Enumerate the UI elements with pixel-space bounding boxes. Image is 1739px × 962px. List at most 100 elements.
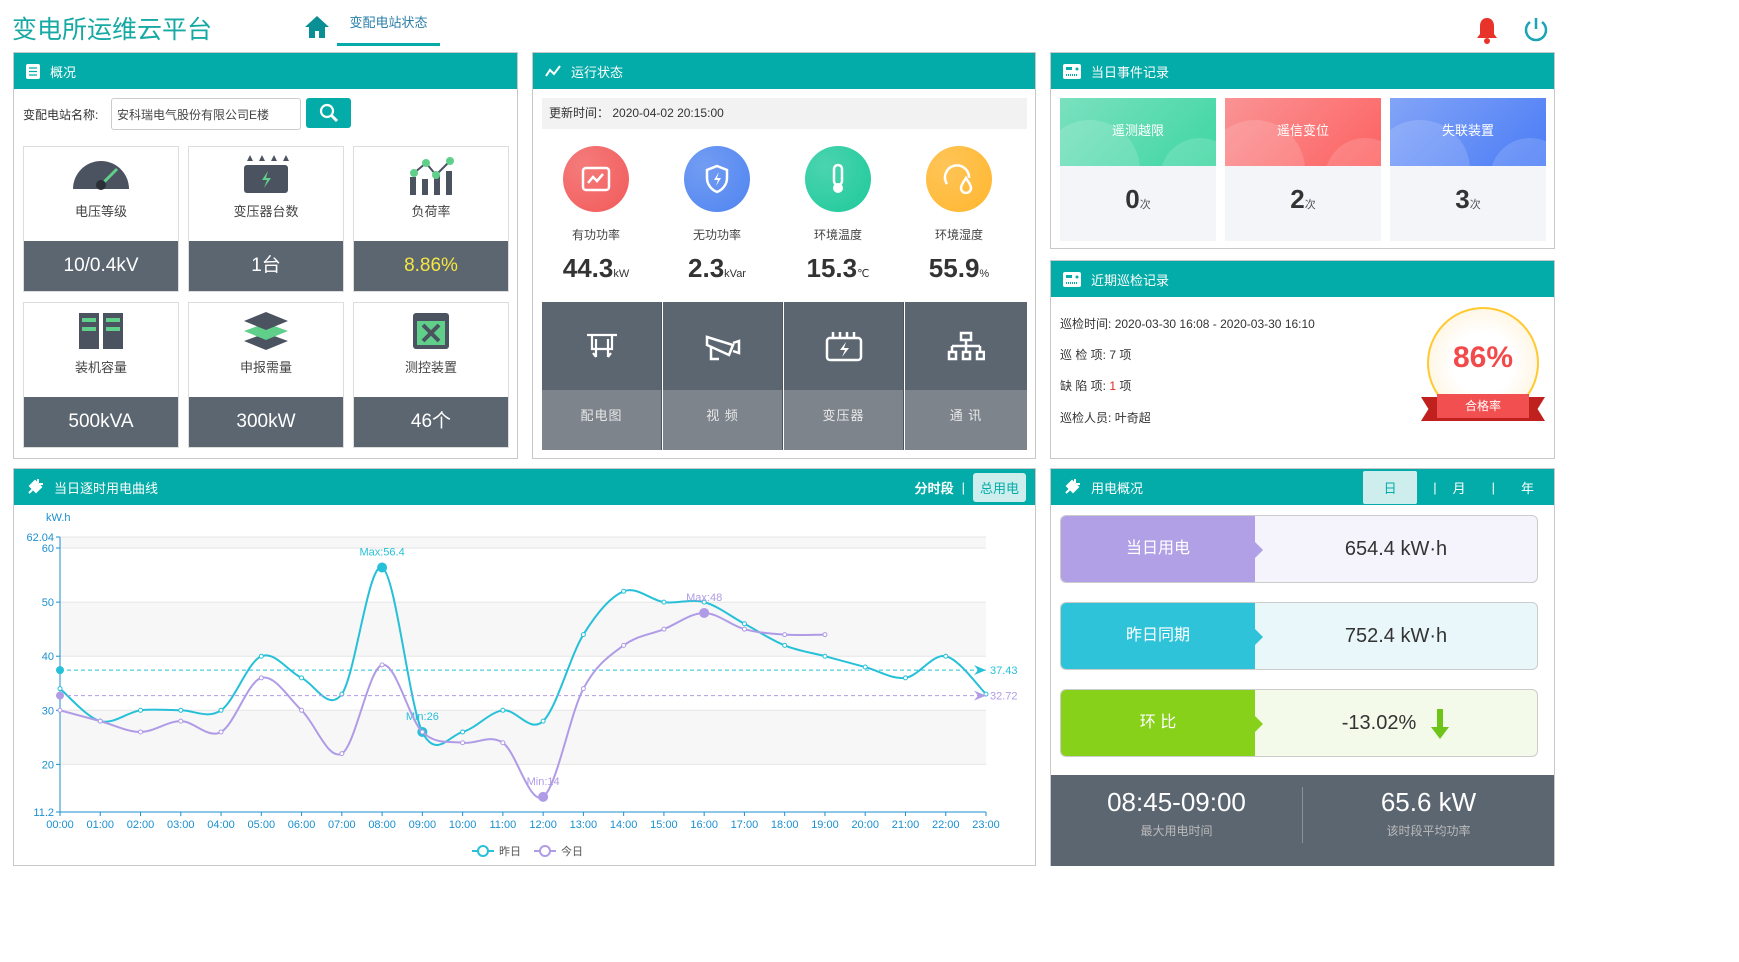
legend-marker [539,845,551,857]
min-marker [538,791,549,802]
x-tick-label: 05:00 [248,819,276,831]
tab-time-period[interactable]: 分时段 [915,478,954,497]
tile-label: 变压器台数 [233,204,299,219]
patrol-panel: 近期巡检记录 巡检时间: 2020-03-30 16:08 - 2020-03-… [1050,260,1555,459]
x-tick-label: 01:00 [86,819,114,831]
legend-marker [477,845,489,857]
data-point [178,718,184,724]
gauge-icon [24,155,178,191]
average-label: 32.72 [990,691,1018,703]
min-label: Min:14 [527,776,560,788]
peak-summary: 08:45-09:00 最大用电时间 65.6 kW 该时段平均功率 [1051,775,1554,866]
y-tick-label: 62.04 [26,532,54,544]
legend-label: 昨日 [499,845,521,858]
device-icon [354,311,508,351]
hourly-curve-panel: 当日逐时用电曲线 分时段 | 总用电 11.2 20 30 40 50 60 62.04 kW… [13,468,1036,866]
event-label: 遥测越限 [1111,123,1164,138]
data-point [943,653,949,659]
y-tick-label: 60 [42,543,54,555]
usage-label: 昨日同期 [1125,627,1190,644]
overview-tile: 变压器台数 1台 [188,146,344,292]
monitor-icon [1063,271,1081,287]
metric-value: 55.9% [928,253,990,283]
patrol-defects: 缺 陷 项: 1 项 [1060,379,1132,393]
usage-row: 当日用电 654.4 kW·h [1060,515,1538,583]
avg-power: 65.6 kW [1380,787,1477,817]
usage-row: 环 比 -13.02% [1060,689,1538,757]
tile-label: 电压等级 [74,204,127,219]
average-arrow [974,665,986,676]
event-label: 遥信变位 [1276,123,1329,138]
y-tick-label: 20 [42,759,54,771]
y-axis-label: kW.h [46,512,70,524]
pass-rate-label: 合格率 [1437,394,1529,418]
quick-link-label: 视 频 [663,390,782,450]
patrol-person: 巡检人员: 叶奇超 [1060,411,1151,425]
power-icon[interactable] [1522,15,1550,43]
event-card[interactable]: 遥信变位 2次 [1225,98,1381,241]
x-tick-label: 18:00 [771,819,799,831]
x-tick-label: 04:00 [207,819,235,831]
quick-link-label: 通 讯 [905,390,1027,450]
bell-icon[interactable] [1476,16,1498,44]
station-input[interactable] [111,98,301,130]
thermometer-icon [805,146,871,212]
x-tick-label: 21:00 [892,819,920,831]
quick-link-label: 变压器 [784,390,903,450]
data-point [57,707,63,713]
quick-link[interactable]: 变压器 [784,302,904,450]
quick-link[interactable]: 视 频 [663,302,783,450]
event-label: 失联装置 [1441,123,1494,138]
tile-value: 8.86% [354,241,508,291]
data-point [460,729,466,735]
quick-link[interactable]: 通 讯 [905,302,1027,450]
data-point [419,729,425,735]
overview-panel: 概况 变配电站名称: 电压等级 10/0.4kV 变压器台数 1台 负荷率 8.86% 装机… [13,52,518,459]
peak-time: 08:45-09:00 [1107,787,1246,817]
quick-link[interactable]: 配电图 [542,302,662,450]
search-icon [319,103,338,123]
overview-tile: 电压等级 10/0.4kV [23,146,179,292]
event-card[interactable]: 失联装置 3次 [1390,98,1546,241]
usage-overview-panel: 用电概况 日 | 月 | 年 当日用电 654.4 kW·h 昨日同期 752.4 k… [1050,468,1555,866]
plug-icon [1065,479,1080,494]
x-tick-label: 02:00 [127,819,155,831]
search-button[interactable] [306,98,351,128]
tab-total-usage[interactable]: 总用电 [972,472,1026,502]
event-card[interactable]: 遥测越限 0次 [1060,98,1216,241]
data-point [339,751,345,757]
metric-label: 有功功率 [571,228,620,242]
data-point [782,642,788,648]
data-point [661,626,667,632]
usage-row: 昨日同期 752.4 kW·h [1060,602,1538,670]
data-point [258,653,264,659]
tile-value: 10/0.4kV [24,241,178,291]
humidity-icon [926,146,992,212]
cabinet-icon [24,311,178,351]
tile-label: 申报需量 [239,360,292,375]
y-tick-label: 30 [42,705,54,717]
home-icon[interactable] [304,14,330,40]
patrol-time: 巡检时间: 2020-03-30 16:08 - 2020-03-30 16:1… [1060,317,1315,331]
tab-station-status[interactable]: 变配电站状态 [337,12,440,46]
x-tick-label: 19:00 [811,819,839,831]
metric-value: 44.3kW [562,253,630,283]
grid-band [60,602,986,657]
data-point [299,675,305,681]
event-count: 0次 [1125,184,1151,214]
peak-time-label: 最大用电时间 [1140,824,1213,838]
y-tick-label: 40 [42,651,54,663]
x-tick-label: 17:00 [731,819,759,831]
event-count: 3次 [1455,184,1481,214]
grid-band [60,537,986,549]
metric-label: 环境湿度 [934,228,983,242]
data-point [379,662,385,668]
tab-day[interactable]: 日 [1363,470,1418,504]
data-point [500,740,506,746]
tile-label: 装机容量 [74,360,127,375]
y-tick-label: 50 [42,597,54,609]
update-time: 2020-04-02 20:15:00 [612,106,724,120]
tab-month[interactable]: 月 [1453,478,1466,497]
grid-band [60,710,986,765]
tab-year[interactable]: 年 [1521,478,1534,497]
